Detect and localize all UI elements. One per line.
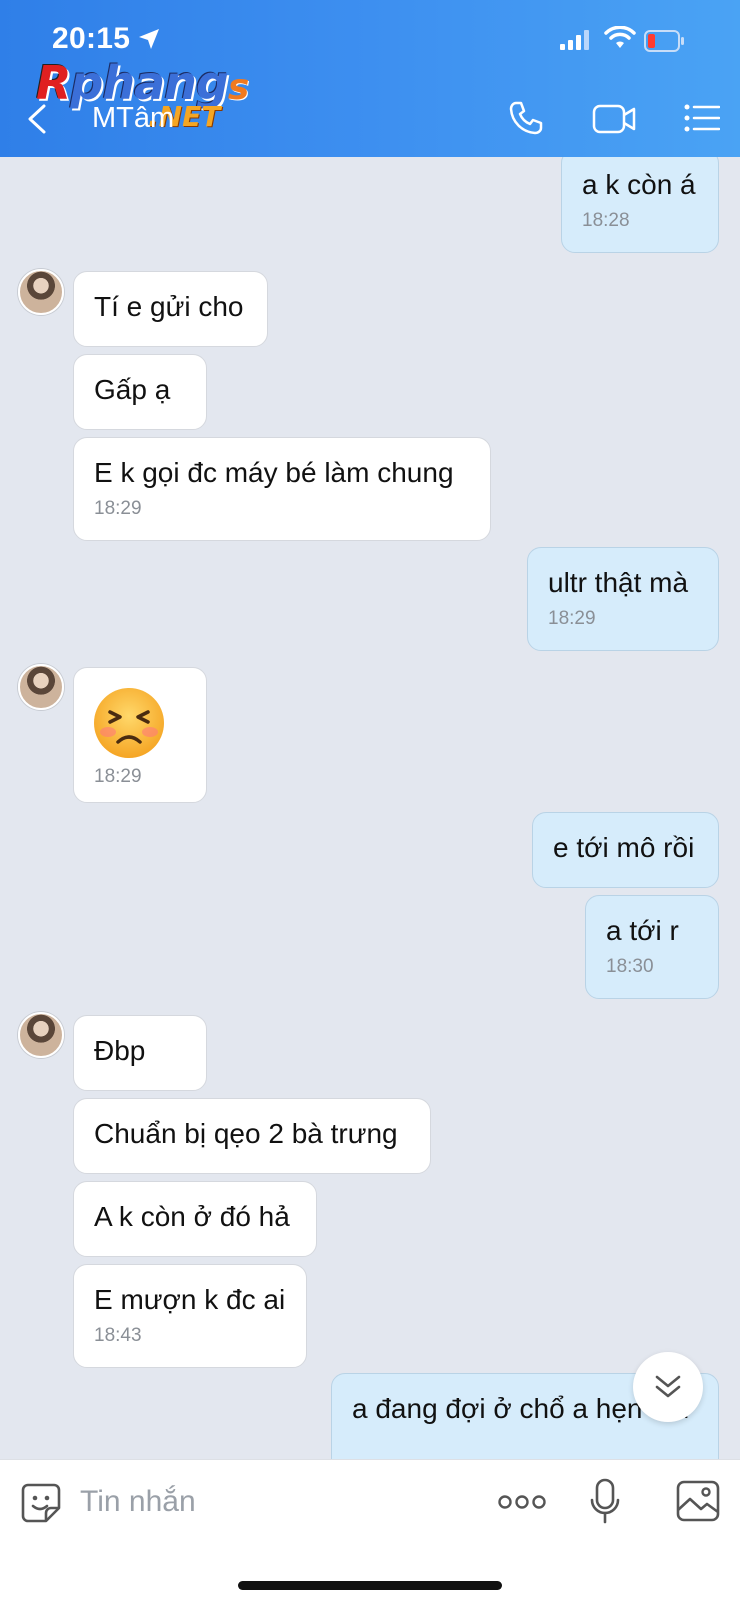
message-text: Gấp ạ xyxy=(94,374,171,405)
chat-header: 20:15 Rphangs .NET MTâm xyxy=(0,0,740,157)
message-bubble-incoming[interactable]: Gấp ạ xyxy=(73,354,207,430)
message-time: 18:30 xyxy=(606,956,654,977)
message-bubble-incoming[interactable]: E mượn k đc ai 18:43 xyxy=(73,1264,307,1368)
message-bubble-outgoing[interactable]: a tới r 18:30 xyxy=(585,895,719,999)
message-time: 18:29 xyxy=(94,498,142,519)
message-text: ultr thật mà xyxy=(548,567,689,598)
message-text: Tí e gửi cho xyxy=(94,291,244,322)
message-time: 18:29 xyxy=(94,766,142,787)
sticker-icon[interactable] xyxy=(20,1482,62,1524)
persevering-face-emoji-icon xyxy=(94,688,164,758)
image-icon[interactable] xyxy=(676,1480,720,1522)
message-text: Chuẩn bị qẹo 2 bà trưng xyxy=(94,1118,398,1149)
message-list[interactable]: a k còn á 18:28 Tí e gửi cho Gấp ạ E k g… xyxy=(0,157,740,1459)
message-bubble-outgoing[interactable]: e tới mô rồi xyxy=(532,812,719,888)
avatar[interactable] xyxy=(18,269,64,315)
message-bubble-incoming[interactable]: Tí e gửi cho xyxy=(73,271,268,347)
message-text: A k còn ở đó hả xyxy=(94,1201,290,1232)
message-bubble-incoming[interactable]: Chuẩn bị qẹo 2 bà trưng xyxy=(73,1098,431,1174)
back-arrow-icon[interactable] xyxy=(26,104,48,134)
battery-low-icon xyxy=(644,30,684,52)
double-chevron-down-icon xyxy=(655,1375,681,1398)
scroll-to-bottom-button[interactable] xyxy=(633,1352,703,1422)
message-bubble-incoming[interactable]: Đbp xyxy=(73,1015,207,1091)
message-text: a tới r xyxy=(606,915,679,946)
message-bubble-outgoing[interactable]: a k còn á 18:28 xyxy=(561,157,719,253)
message-text: a k còn á xyxy=(582,169,696,200)
more-icon[interactable] xyxy=(498,1494,546,1510)
wifi-icon xyxy=(604,26,636,48)
message-bubble-incoming[interactable]: E k gọi đc máy bé làm chung 18:29 xyxy=(73,437,491,541)
microphone-icon[interactable] xyxy=(590,1478,620,1524)
message-bubble-incoming[interactable]: 18:29 xyxy=(73,667,207,803)
video-call-icon[interactable] xyxy=(592,104,636,134)
message-bubble-incoming[interactable]: A k còn ở đó hả xyxy=(73,1181,317,1257)
message-text: e tới mô rồi xyxy=(553,832,695,863)
message-bubble-outgoing[interactable]: ultr thật mà 18:29 xyxy=(527,547,719,651)
list-menu-icon[interactable] xyxy=(684,104,720,132)
message-time: 18:28 xyxy=(582,210,630,231)
status-time: 20:15 xyxy=(52,22,131,55)
message-text: Đbp xyxy=(94,1035,146,1066)
message-time: 18:43 xyxy=(94,1325,142,1346)
composer-bar xyxy=(0,1459,740,1600)
message-text: E k gọi đc máy bé làm chung xyxy=(94,457,454,488)
home-indicator[interactable] xyxy=(238,1581,502,1590)
avatar[interactable] xyxy=(18,664,64,710)
message-text: E mượn k đc ai xyxy=(94,1284,286,1315)
location-arrow-icon xyxy=(139,29,159,49)
message-input[interactable] xyxy=(80,1480,460,1524)
contact-name[interactable]: MTâm xyxy=(92,102,174,135)
phone-icon[interactable] xyxy=(508,100,544,136)
message-time: 18:29 xyxy=(548,608,596,629)
avatar[interactable] xyxy=(18,1012,64,1058)
cellular-signal-icon xyxy=(560,30,589,50)
